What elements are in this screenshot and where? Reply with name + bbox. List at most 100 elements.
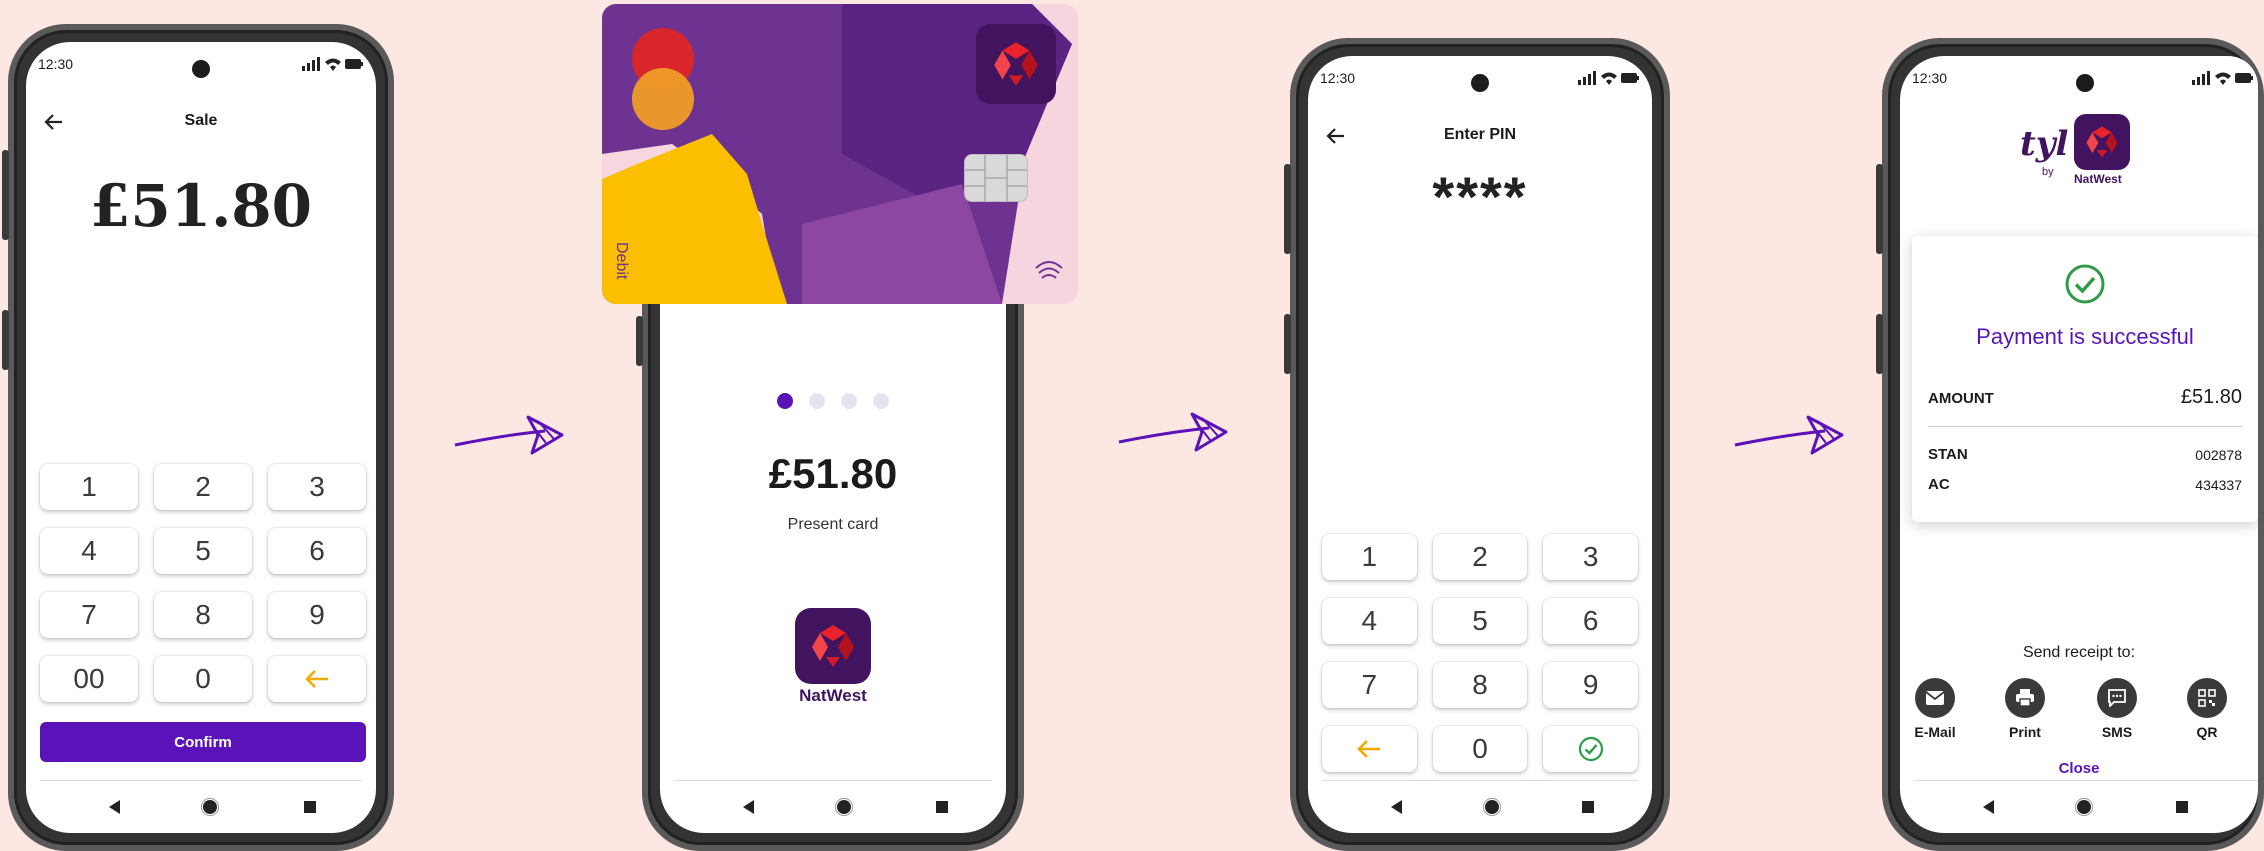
key-6[interactable]: 6 [268, 528, 366, 574]
confirm-pin-key[interactable] [1543, 726, 1638, 772]
flow-arrow-icon [1734, 415, 1844, 455]
nav-home-icon[interactable] [200, 797, 220, 817]
receipt-email-button[interactable]: E-Mail [1900, 678, 1970, 740]
screen: 12:30 tyl by NatWest Payment is successf… [1900, 56, 2258, 833]
natwest-wordmark: NatWest [2074, 172, 2122, 186]
flow-arrow-icon [1118, 412, 1228, 452]
nav-home-icon[interactable] [2074, 797, 2094, 817]
card-chip [964, 154, 1028, 202]
chip-icon [965, 155, 1027, 201]
amount-row: AMOUNT £51.80 [1928, 386, 2242, 414]
check-circle-icon [1578, 736, 1603, 762]
status-time: 12:30 [38, 56, 74, 72]
nav-recents-icon[interactable] [2172, 797, 2192, 817]
key-9[interactable]: 9 [1543, 662, 1638, 708]
nav-recents-icon[interactable] [1578, 797, 1598, 817]
status-icons [2192, 71, 2253, 85]
key-9[interactable]: 9 [268, 592, 366, 638]
payment-result-card: Payment is successful AMOUNT £51.80 STAN… [1912, 236, 2258, 522]
phone-sale-screen: 12:30 Sale £51.80 1 2 3 4 5 6 7 8 9 00 0 [2, 24, 394, 851]
nav-back-icon[interactable] [1979, 797, 1999, 817]
front-camera [192, 60, 210, 78]
receipt-qr-button[interactable]: QR [2172, 678, 2242, 740]
present-card-prompt: Present card [787, 516, 879, 533]
status-time: 12:30 [1912, 70, 1948, 86]
backspace-arrow-icon [305, 670, 328, 688]
tyl-brand-logo: tyl by NatWest [2020, 114, 2160, 186]
natwest-cubes-icon [2086, 126, 2118, 158]
pin-display: **** [1432, 165, 1528, 228]
key-4[interactable]: 4 [40, 528, 138, 574]
carousel-dot [777, 393, 793, 409]
natwest-cubes-icon [994, 42, 1038, 86]
printer-icon [2016, 689, 2034, 707]
key-0[interactable]: 0 [1432, 726, 1528, 772]
receipt-sms-button[interactable]: SMS [2082, 678, 2152, 740]
divider [1928, 426, 2242, 427]
payment-amount: £51.80 [768, 450, 898, 497]
nav-recents-icon[interactable] [300, 797, 320, 817]
backspace-key[interactable] [1322, 726, 1417, 772]
key-1[interactable]: 1 [1322, 534, 1417, 580]
key-5[interactable]: 5 [1432, 598, 1528, 644]
status-icons [302, 57, 363, 71]
ac-row: AC 434337 [1928, 476, 2242, 498]
carousel-dot [873, 393, 889, 409]
screen: 12:30 Enter PIN **** 1 2 3 4 5 6 7 8 9 0 [1308, 56, 1652, 833]
confirm-button[interactable]: Confirm [40, 722, 366, 762]
backspace-arrow-icon [1357, 740, 1381, 758]
flow-arrow-icon [454, 415, 564, 455]
nav-back-icon[interactable] [1387, 797, 1407, 817]
amount-value: £51.80 [2180, 386, 2242, 408]
stan-value: 002878 [2195, 447, 2242, 463]
status-icons [1578, 71, 1639, 85]
key-1[interactable]: 1 [40, 464, 138, 510]
screen: 12:30 Sale £51.80 1 2 3 4 5 6 7 8 9 00 0 [26, 42, 376, 833]
card-natwest-logo [976, 24, 1056, 104]
card-type-label: Debit [613, 242, 630, 280]
nav-recents-icon[interactable] [932, 797, 952, 817]
top-bar: Sale [26, 102, 376, 142]
natwest-logo: NatWest [660, 608, 1006, 706]
close-button[interactable]: Close [1900, 760, 2258, 777]
key-8[interactable]: 8 [154, 592, 252, 638]
ac-label: AC [1928, 476, 1950, 493]
key-5[interactable]: 5 [154, 528, 252, 574]
sms-icon [2108, 689, 2126, 707]
tyl-by-label: by [2042, 166, 2054, 178]
front-camera [2076, 74, 2094, 92]
key-6[interactable]: 6 [1543, 598, 1638, 644]
key-7[interactable]: 7 [1322, 662, 1417, 708]
system-nav-bar [40, 780, 362, 833]
key-00[interactable]: 00 [40, 656, 138, 702]
carousel-dot [841, 393, 857, 409]
key-2[interactable]: 2 [154, 464, 252, 510]
phone-payment-success-screen: 12:30 tyl by NatWest Payment is successf… [1876, 38, 2264, 851]
qr-code-icon [2198, 689, 2216, 707]
natwest-logo [2074, 114, 2130, 170]
debit-card: Debit [602, 4, 1078, 304]
page-title: Sale [184, 112, 218, 129]
backspace-key[interactable] [268, 656, 366, 702]
receipt-option-label: QR [2196, 724, 2218, 740]
nav-back-icon[interactable] [105, 797, 125, 817]
key-2[interactable]: 2 [1432, 534, 1528, 580]
receipt-print-button[interactable]: Print [1990, 678, 2060, 740]
receipt-prompt: Send receipt to: [2022, 644, 2136, 661]
sale-amount: £51.80 [90, 172, 312, 240]
nav-home-icon[interactable] [834, 797, 854, 817]
key-3[interactable]: 3 [1543, 534, 1638, 580]
key-4[interactable]: 4 [1322, 598, 1417, 644]
key-3[interactable]: 3 [268, 464, 366, 510]
system-nav-bar [674, 780, 992, 833]
carousel-dot [809, 393, 825, 409]
key-8[interactable]: 8 [1432, 662, 1528, 708]
nav-back-icon[interactable] [739, 797, 759, 817]
key-7[interactable]: 7 [40, 592, 138, 638]
tyl-wordmark: tyl [2020, 124, 2069, 164]
carousel-dots [660, 393, 1006, 409]
natwest-wordmark: NatWest [799, 686, 867, 705]
key-0[interactable]: 0 [154, 656, 252, 702]
nav-home-icon[interactable] [1482, 797, 1502, 817]
natwest-cubes-icon [812, 625, 854, 667]
